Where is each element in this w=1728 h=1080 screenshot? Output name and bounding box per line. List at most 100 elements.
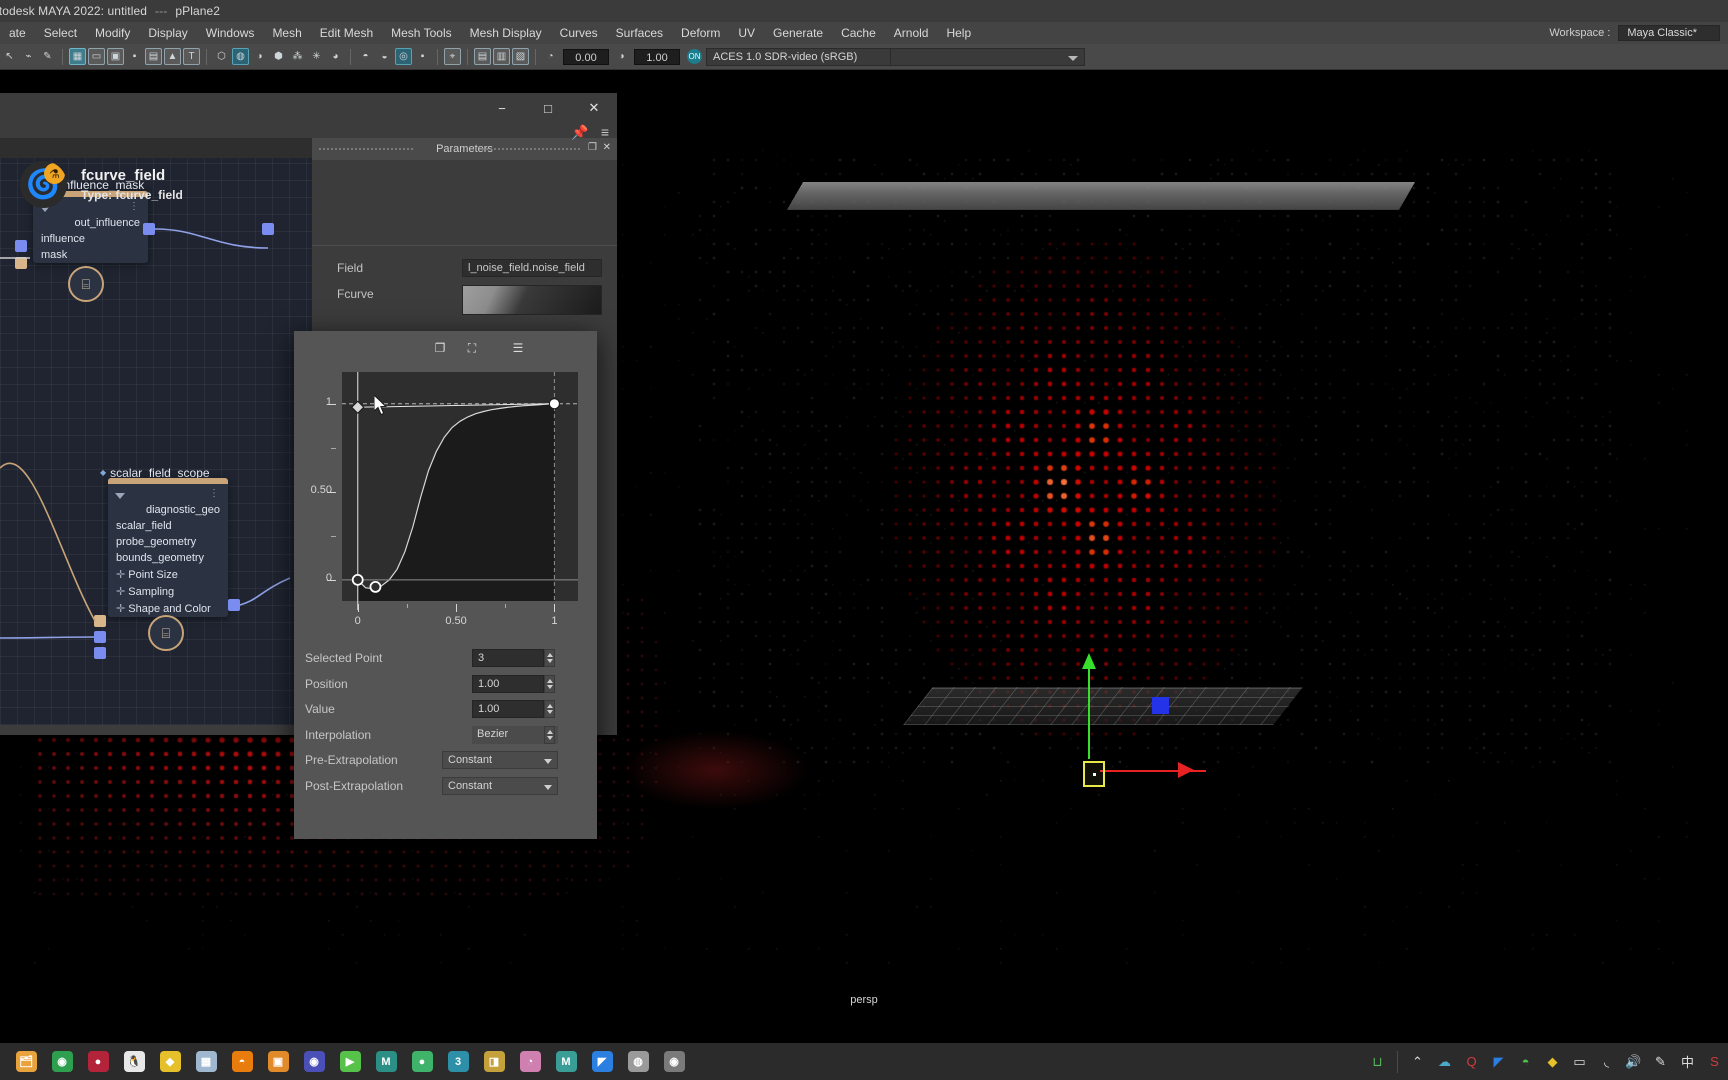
node-badge-flag-icon-2[interactable]: ⌸ <box>148 615 184 651</box>
fcurve-point-1[interactable] <box>370 582 380 592</box>
menu-item-cache[interactable]: Cache <box>832 22 885 44</box>
volume-icon[interactable]: 🔊 <box>1620 1043 1647 1080</box>
menu-item-arnold[interactable]: Arnold <box>885 22 938 44</box>
menu-item-surfaces[interactable]: Surfaces <box>607 22 672 44</box>
node-port-probe-geometry[interactable] <box>94 631 106 643</box>
fcurve-dropdown-post-extrapolation[interactable]: Constant <box>442 777 558 795</box>
selection-mask-icon[interactable]: ⌖ <box>444 48 461 65</box>
render-wire-icon[interactable]: ⬢ <box>270 48 287 65</box>
wifi-icon[interactable]: ◟ <box>1593 1043 1620 1080</box>
3ds-max-icon[interactable]: 3 <box>440 1043 476 1080</box>
pin-icon[interactable]: 📌 <box>571 124 588 141</box>
manipulator-z-handle[interactable] <box>1152 697 1169 714</box>
pen-tray-icon[interactable]: ✎ <box>1647 1043 1674 1080</box>
menu-item-help[interactable]: Help <box>937 22 980 44</box>
text-snap-icon[interactable]: T <box>183 48 200 65</box>
close-button[interactable]: ✕ <box>571 93 617 123</box>
fcurve-plot[interactable] <box>294 365 597 645</box>
note-app-icon[interactable]: ▣ <box>260 1043 296 1080</box>
node-input-probe-geometry[interactable]: probe_geometry <box>108 534 228 550</box>
render-light-icon[interactable]: ✳ <box>308 48 325 65</box>
menu-item-mesh-display[interactable]: Mesh Display <box>461 22 551 44</box>
node-port-influence[interactable] <box>15 240 27 252</box>
exposure-icon[interactable]: ◔ <box>542 48 559 65</box>
color-space-field[interactable]: ACES 1.0 SDR-video (sRGB) <box>706 48 891 66</box>
node-port-diagnostic-geo[interactable] <box>228 599 240 611</box>
node-output-diagnostic-geo[interactable]: diagnostic_geo <box>108 502 228 518</box>
wechat-icon[interactable]: ◓ <box>1512 1043 1539 1080</box>
menu-item-edit-mesh[interactable]: Edit Mesh <box>311 22 382 44</box>
projection-snap-icon[interactable]: ▪ <box>126 48 143 65</box>
render-settings-icon[interactable]: ◎ <box>395 48 412 65</box>
ipr-render-icon[interactable]: ◓ <box>357 48 374 65</box>
hamburger-icon[interactable]: ☰ <box>509 340 527 356</box>
maya-status-line-toolbar[interactable]: ↖ ⌁ ✎ ▦ ▭ ▣ ▪ ▤ ▲ T ⬡ ◍ ◑ ⬢ ⁂ ✳ ◕ ◓ ◒ ◎ … <box>0 44 1728 70</box>
parameters-window-titlebar[interactable]: − □ ✕ <box>0 93 617 123</box>
cloud-sync-icon[interactable]: ☁ <box>1431 1043 1458 1080</box>
menu-item-generate[interactable]: Generate <box>764 22 832 44</box>
fcurve-editor-window[interactable]: ❐ ⛶ ☰ 0 0.50 1 0 0.50 1 Selected Point 3 Positi… <box>294 331 597 839</box>
gamma-value-field[interactable]: 1.00 <box>634 49 680 65</box>
tab-restore-icon[interactable]: ❐ <box>588 142 597 153</box>
param-row-field[interactable]: Field l_noise_field.noise_field <box>312 257 617 279</box>
chrome-icon[interactable]: ◉ <box>44 1043 80 1080</box>
fcurve-row-value[interactable]: Value 1.00 <box>294 697 597 722</box>
zbrush-icon[interactable]: ◍ <box>620 1043 656 1080</box>
hamburger-icon[interactable]: ≡ <box>601 124 609 140</box>
blender-icon[interactable]: ◓ <box>224 1043 260 1080</box>
fcurve-row-selected-point[interactable]: Selected Point 3 <box>294 646 597 671</box>
color-space-dropdown[interactable] <box>890 48 1085 66</box>
sogou-icon[interactable]: S <box>1701 1043 1728 1080</box>
manipulator-y-arrow-icon[interactable] <box>1082 653 1096 669</box>
render-shaded-icon[interactable]: ◑ <box>251 48 268 65</box>
node-port-scalar-field[interactable] <box>94 615 106 627</box>
menu-item-mesh-tools[interactable]: Mesh Tools <box>382 22 460 44</box>
menu-item-display[interactable]: Display <box>139 22 196 44</box>
fcurve-row-post-extrapolation[interactable]: Post-Extrapolation Constant <box>294 774 597 799</box>
grid-snap-icon[interactable]: ▦ <box>69 48 86 65</box>
node-port-mask[interactable] <box>15 257 27 269</box>
node-port-out-influence[interactable] <box>143 223 155 235</box>
expand-icon[interactable]: ⛶ <box>463 340 481 356</box>
fcurve-point-3-selected[interactable] <box>549 399 559 409</box>
color-management-icon[interactable]: ON <box>687 49 702 64</box>
node-output-out-influence[interactable]: out_influence <box>33 215 148 231</box>
node-port-bounds-geometry[interactable] <box>94 647 106 659</box>
node-graph-panel[interactable]: set_influence_mask ⋮ out_influence influ… <box>0 138 312 725</box>
node-port-downstream[interactable] <box>262 223 274 235</box>
fcurve-row-position[interactable]: Position 1.00 <box>294 672 597 697</box>
marmoset-icon[interactable]: M <box>368 1043 404 1080</box>
render-view-icon[interactable]: ◒ <box>376 48 393 65</box>
manipulator-y-axis[interactable] <box>1088 661 1090 759</box>
param-value-fcurve-ramp[interactable] <box>462 285 602 315</box>
gamma-icon[interactable]: ◑ <box>613 48 630 65</box>
maximize-button[interactable]: □ <box>525 93 571 123</box>
script-editor-icon[interactable]: ▧ <box>512 48 529 65</box>
fcurve-row-pre-extrapolation[interactable]: Pre-Extrapolation Constant <box>294 748 597 773</box>
unreal-icon[interactable]: ◉ <box>656 1043 692 1080</box>
node-input-influence[interactable]: influence <box>33 231 148 247</box>
paint-select-icon[interactable]: ✎ <box>39 48 56 65</box>
param-value-field[interactable]: l_noise_field.noise_field <box>462 259 602 277</box>
opera-icon[interactable]: ● <box>80 1043 116 1080</box>
flame-app-icon[interactable]: ◆ <box>152 1043 188 1080</box>
fcurve-dropdown-arrow-interpolation[interactable] <box>544 726 555 744</box>
exposure-value-field[interactable]: 0.00 <box>563 49 609 65</box>
top-plane-geometry[interactable] <box>787 182 1415 210</box>
menu-item-select[interactable]: Select <box>35 22 86 44</box>
fcurve-stepper-value[interactable] <box>544 700 555 718</box>
menu-item-mesh[interactable]: Mesh <box>263 22 310 44</box>
node-badge-flag-icon[interactable]: ⌸ <box>68 266 104 302</box>
parameters-actions[interactable]: 📌 ≡ <box>519 121 609 143</box>
menu-item-ate[interactable]: ate <box>0 22 35 44</box>
outliner-icon[interactable]: ▤ <box>474 48 491 65</box>
node-menu-dots-icon-2[interactable]: ⋮ <box>209 492 219 496</box>
menu-item-windows[interactable]: Windows <box>197 22 264 44</box>
select-tool-icon[interactable]: ↖ <box>1 48 18 65</box>
param-row-fcurve[interactable]: Fcurve <box>312 283 617 305</box>
attribute-editor-icon[interactable]: ▥ <box>493 48 510 65</box>
palette-icon[interactable]: ◔ <box>512 1043 548 1080</box>
linux-penguin-icon[interactable]: 🐧 <box>116 1043 152 1080</box>
flame-tray-icon[interactable]: ◆ <box>1539 1043 1566 1080</box>
node-collapse-caret-icon-2[interactable] <box>115 493 125 499</box>
